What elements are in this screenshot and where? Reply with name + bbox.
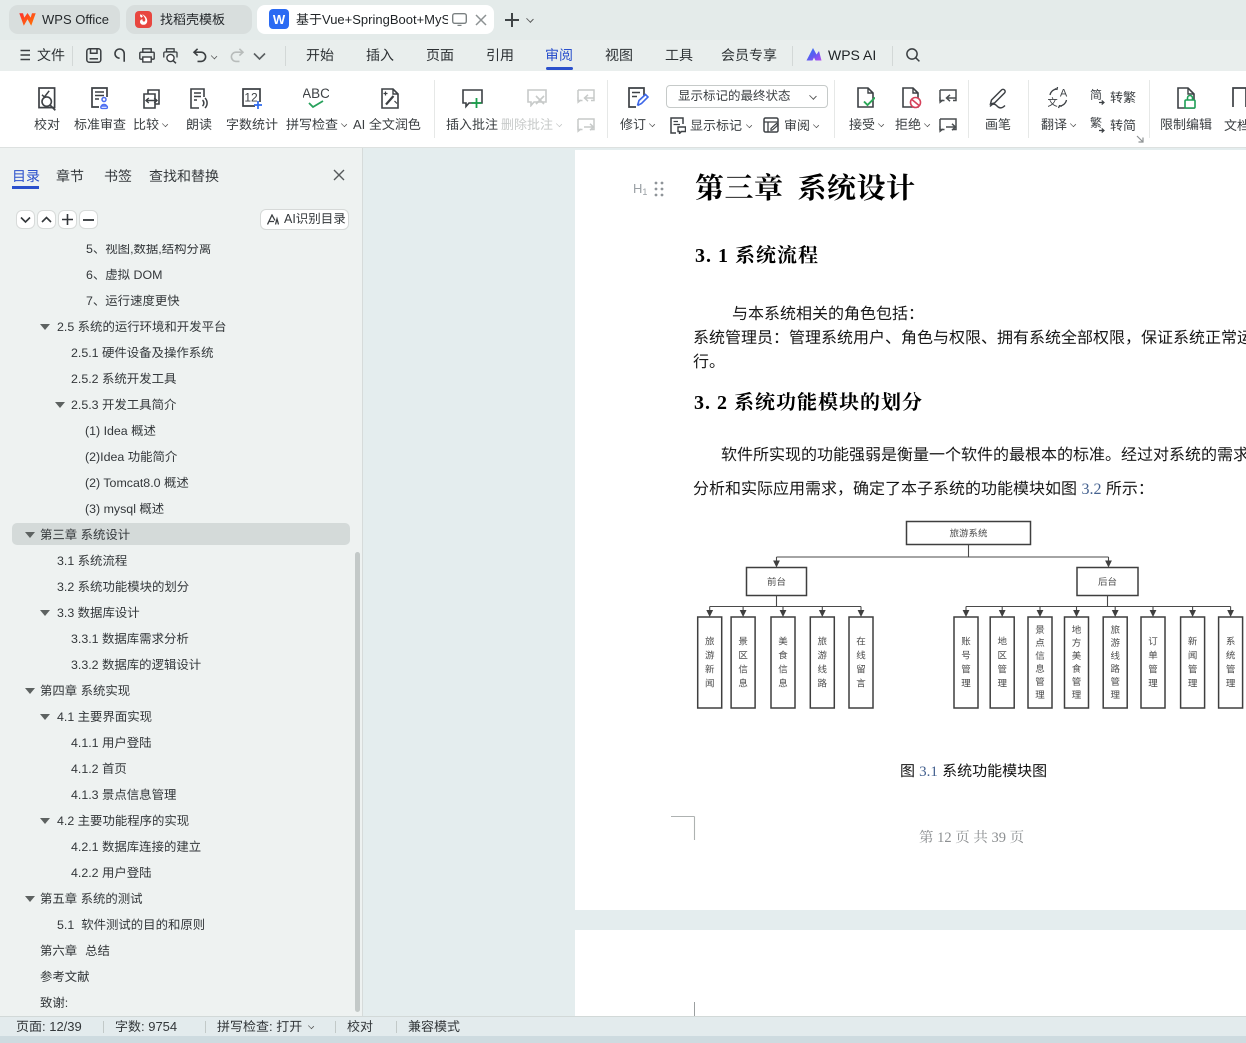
svg-text:简: 简 xyxy=(1090,87,1102,103)
svg-text:线: 线 xyxy=(818,662,828,676)
svg-text:管: 管 xyxy=(1188,662,1198,676)
svg-text:地: 地 xyxy=(997,634,1007,648)
svg-text:管: 管 xyxy=(1226,662,1236,676)
svg-text:美: 美 xyxy=(1072,648,1082,662)
svg-text:订: 订 xyxy=(1148,634,1158,648)
svg-text:地: 地 xyxy=(1072,622,1082,636)
svg-text:号: 号 xyxy=(961,648,971,662)
svg-text:闻: 闻 xyxy=(1188,648,1198,662)
svg-text:12: 12 xyxy=(244,91,258,105)
svg-text:管: 管 xyxy=(1072,674,1082,688)
svg-text:理: 理 xyxy=(961,676,971,690)
svg-text:信: 信 xyxy=(1035,648,1045,662)
svg-text:新: 新 xyxy=(1188,634,1198,648)
svg-text:W: W xyxy=(273,12,286,27)
svg-text:理: 理 xyxy=(1148,676,1158,690)
svg-text:路: 路 xyxy=(818,676,828,690)
svg-text:食: 食 xyxy=(778,648,788,662)
svg-text:在: 在 xyxy=(856,634,866,648)
svg-text:管: 管 xyxy=(961,662,971,676)
svg-text:信: 信 xyxy=(778,662,788,676)
svg-text:旅: 旅 xyxy=(1110,622,1120,636)
svg-text:线: 线 xyxy=(1110,648,1120,662)
svg-text:账: 账 xyxy=(961,634,971,648)
svg-text:旅: 旅 xyxy=(705,634,715,648)
svg-text:统: 统 xyxy=(1226,648,1236,662)
svg-text:留: 留 xyxy=(856,662,866,676)
svg-text:区: 区 xyxy=(997,648,1007,662)
svg-text:理: 理 xyxy=(997,676,1007,690)
svg-text:点: 点 xyxy=(1035,635,1045,649)
svg-text:闻: 闻 xyxy=(705,676,715,690)
svg-text:单: 单 xyxy=(1148,648,1158,662)
svg-text:息: 息 xyxy=(738,676,748,690)
svg-text:管: 管 xyxy=(1035,674,1045,688)
svg-text:繁: 繁 xyxy=(1090,115,1102,131)
svg-text:管: 管 xyxy=(1110,674,1120,688)
svg-text:景: 景 xyxy=(738,634,748,648)
svg-text:息: 息 xyxy=(1035,661,1045,675)
svg-text:理: 理 xyxy=(1226,676,1236,690)
svg-text:旅游系统: 旅游系统 xyxy=(949,526,988,540)
svg-text:新: 新 xyxy=(705,662,715,676)
svg-text:A: A xyxy=(1060,88,1068,100)
svg-text:系: 系 xyxy=(1226,634,1236,648)
svg-text:美: 美 xyxy=(778,634,788,648)
svg-text:方: 方 xyxy=(1072,635,1082,649)
svg-text:信: 信 xyxy=(738,662,748,676)
svg-text:后台: 后台 xyxy=(1098,574,1117,588)
svg-text:管: 管 xyxy=(1148,662,1158,676)
svg-text:路: 路 xyxy=(1110,661,1120,675)
svg-text:区: 区 xyxy=(738,648,748,662)
svg-text:理: 理 xyxy=(1188,676,1198,690)
svg-text:理: 理 xyxy=(1110,687,1120,701)
svg-text:言: 言 xyxy=(856,676,866,690)
svg-text:文: 文 xyxy=(1048,95,1058,109)
svg-text:管: 管 xyxy=(997,662,1007,676)
svg-text:息: 息 xyxy=(778,676,788,690)
svg-text:前台: 前台 xyxy=(767,574,786,588)
svg-text:线: 线 xyxy=(856,648,866,662)
svg-text:理: 理 xyxy=(1072,687,1082,701)
svg-text:理: 理 xyxy=(1035,687,1045,701)
svg-text:食: 食 xyxy=(1072,661,1082,675)
svg-text:景: 景 xyxy=(1035,622,1045,636)
svg-text:游: 游 xyxy=(818,648,828,662)
svg-text:游: 游 xyxy=(1110,635,1120,649)
svg-text:ABC: ABC xyxy=(303,87,329,101)
svg-text:旅: 旅 xyxy=(818,634,828,648)
svg-text:游: 游 xyxy=(705,648,715,662)
